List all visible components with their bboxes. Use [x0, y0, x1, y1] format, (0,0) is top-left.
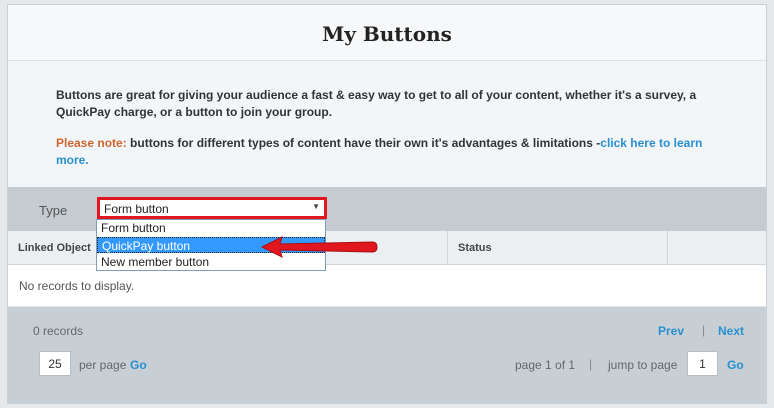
column-label: Linked Object [18, 242, 91, 254]
intro-section: Buttons are great for giving your audien… [8, 61, 766, 187]
per-page-go-button[interactable]: Go [130, 358, 147, 372]
column-label: Status [458, 242, 492, 254]
records-count: 0 records [33, 324, 84, 338]
prev-link[interactable]: Prev [658, 324, 684, 338]
note-text: buttons for different types of content h… [126, 136, 601, 150]
next-link[interactable]: Next [718, 324, 744, 338]
page-header: My Buttons [8, 5, 766, 61]
pager-separator: | [589, 357, 593, 371]
my-buttons-panel: My Buttons Buttons are great for giving … [7, 4, 767, 404]
jump-go-button[interactable]: Go [727, 358, 744, 372]
type-select-value: Form button [104, 202, 169, 216]
jump-to-page-label: jump to page [608, 358, 678, 372]
pager-separator: | [702, 323, 706, 337]
pager: 0 records Prev | Next 25 per page Go pag… [8, 307, 766, 403]
column-linked-object[interactable]: Linked Object [8, 231, 103, 265]
jump-to-page-input[interactable]: 1 [687, 351, 718, 376]
page-title: My Buttons [322, 22, 452, 46]
intro-note: Please note: buttons for different types… [56, 135, 716, 168]
per-page-input[interactable]: 25 [39, 351, 71, 376]
column-actions[interactable] [668, 231, 766, 265]
column-status[interactable]: Status [448, 231, 668, 265]
arrow-icon [260, 236, 378, 258]
chevron-down-icon[interactable]: ▼ [312, 202, 320, 211]
type-label: Type [39, 203, 68, 218]
page-of-text: page 1 of 1 [515, 358, 576, 372]
empty-message: No records to display. [19, 279, 135, 293]
per-page-label: per page [79, 358, 127, 372]
intro-text: Buttons are great for giving your audien… [56, 88, 697, 119]
note-label: Please note: [56, 136, 127, 150]
type-select[interactable]: Form button ▼ [97, 197, 327, 219]
empty-table-row: No records to display. [8, 265, 766, 307]
red-arrow-annotation [260, 236, 378, 258]
